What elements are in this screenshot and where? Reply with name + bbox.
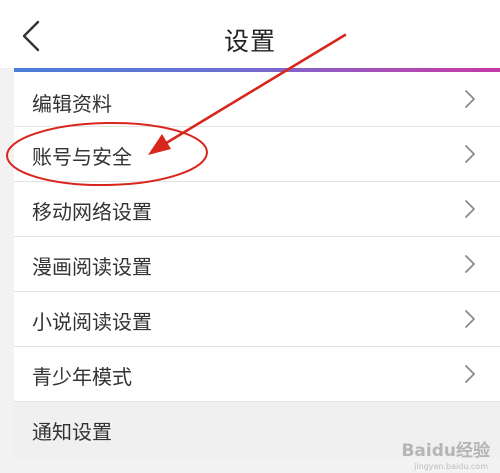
- settings-item-teen-mode[interactable]: 青少年模式: [14, 347, 500, 402]
- header-bar: 设置: [0, 0, 500, 68]
- settings-item-label: 移动网络设置: [32, 200, 152, 224]
- settings-list: 编辑资料 账号与安全 移动网络设置 漫画阅读设置 小说阅读设置 青少年模式 通知…: [14, 72, 500, 458]
- settings-item-label: 通知设置: [32, 420, 112, 444]
- watermark-url: jingyan.baidu.com: [414, 462, 488, 471]
- settings-item-label: 小说阅读设置: [32, 310, 152, 334]
- settings-item-mobile-network[interactable]: 移动网络设置: [14, 182, 500, 237]
- page-title: 设置: [223, 27, 276, 56]
- chevron-right-icon: [465, 310, 475, 328]
- settings-screen: 设置 编辑资料 账号与安全 移动网络设置 漫画阅读设置 小说阅读设置 青少年模式…: [0, 0, 500, 473]
- chevron-right-icon: [465, 200, 475, 218]
- settings-item-novel-reading[interactable]: 小说阅读设置: [14, 292, 500, 347]
- settings-item-account-security[interactable]: 账号与安全: [14, 127, 500, 182]
- chevron-right-icon: [465, 365, 475, 383]
- settings-item-label: 编辑资料: [32, 92, 112, 116]
- settings-item-comic-reading[interactable]: 漫画阅读设置: [14, 237, 500, 292]
- chevron-right-icon: [465, 90, 475, 108]
- watermark-logo: Baidu经验: [401, 441, 490, 461]
- chevron-right-icon: [465, 255, 475, 273]
- settings-item-label: 漫画阅读设置: [32, 255, 152, 279]
- chevron-right-icon: [465, 145, 475, 163]
- settings-item-label: 账号与安全: [32, 145, 132, 169]
- settings-item-label: 青少年模式: [32, 365, 132, 389]
- settings-item-edit-profile[interactable]: 编辑资料: [14, 72, 500, 127]
